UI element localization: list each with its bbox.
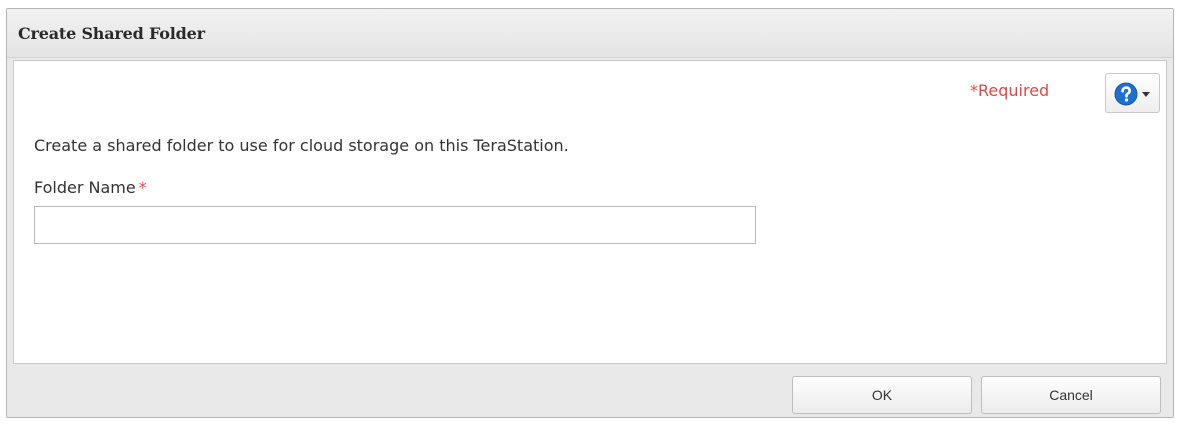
question-circle-icon (1114, 82, 1138, 106)
folder-name-label: Folder Name * (34, 178, 147, 197)
chevron-down-icon (1142, 92, 1150, 97)
dialog-title-bar: Create Shared Folder (7, 9, 1173, 58)
folder-name-input[interactable] (34, 206, 756, 244)
cancel-button[interactable]: Cancel (981, 376, 1161, 414)
required-note: *Required (970, 81, 1050, 100)
help-dropdown-button[interactable] (1105, 73, 1160, 113)
dialog-title: Create Shared Folder (18, 24, 205, 43)
folder-name-label-text: Folder Name (34, 178, 136, 197)
required-marker: * (138, 178, 147, 197)
dialog-description: Create a shared folder to use for cloud … (34, 136, 569, 155)
ok-button[interactable]: OK (792, 376, 972, 414)
dialog-content: *Required Create a shared folder to use … (13, 60, 1167, 364)
create-shared-folder-dialog: Create Shared Folder *Required Create a … (6, 8, 1174, 418)
